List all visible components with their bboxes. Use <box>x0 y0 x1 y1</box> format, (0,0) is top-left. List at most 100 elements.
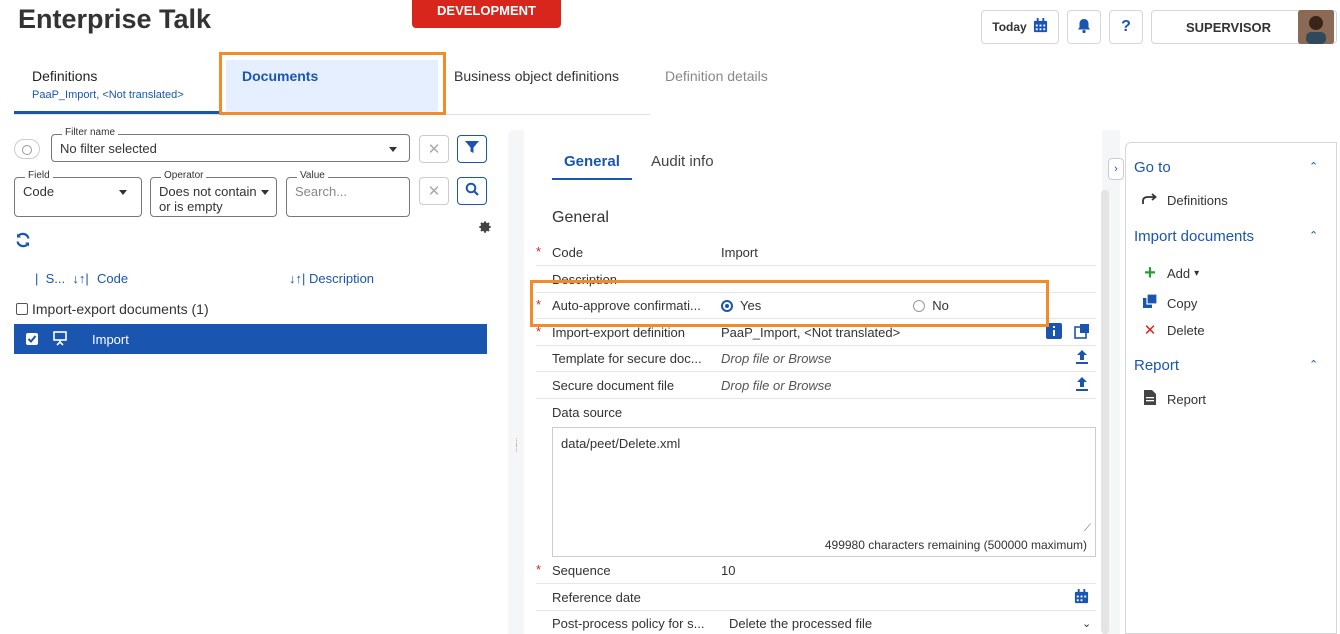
arrow-right-icon <box>1141 192 1159 209</box>
goto-definitions-link[interactable]: Definitions <box>1141 192 1228 209</box>
calendar-icon[interactable] <box>1074 589 1089 607</box>
tab-business-object-definitions[interactable]: Business object definitions <box>454 68 619 84</box>
copy-button[interactable]: Copy <box>1141 293 1197 313</box>
row-checkbox[interactable] <box>26 333 38 345</box>
tab-audit-info[interactable]: Audit info <box>651 153 714 170</box>
data-source-textarea[interactable]: data/peet/Delete.xml 499980 characters r… <box>552 427 1096 557</box>
highlight-auto-approve <box>530 280 1049 327</box>
post-process-field[interactable]: Post-process policy for s... Delete the … <box>536 611 1096 634</box>
template-value[interactable]: Drop file or Browse <box>721 351 832 366</box>
upload-icon[interactable] <box>1074 349 1090 368</box>
column-header-status[interactable]: | S... ↓↑| <box>35 271 89 286</box>
clear-value-button[interactable]: ✕ <box>419 177 449 205</box>
ie-definition-label: Import-export definition <box>552 325 685 340</box>
secure-file-value[interactable]: Drop file or Browse <box>721 378 832 393</box>
filter-name-value: No filter selected <box>60 141 157 156</box>
open-link-icon[interactable] <box>1074 323 1090 342</box>
group-label: Import-export documents (1) <box>32 301 209 317</box>
reference-date-field[interactable]: Reference date <box>536 585 1096 611</box>
field-select[interactable]: Field Code <box>14 170 142 217</box>
filter-toggle[interactable] <box>14 139 40 159</box>
copy-label: Copy <box>1167 295 1198 311</box>
required-marker: * <box>536 562 542 577</box>
section-title: General <box>552 209 609 226</box>
secure-file-field[interactable]: Secure document file Drop file or Browse <box>536 373 1096 399</box>
funnel-icon <box>465 140 479 158</box>
sequence-label: Sequence <box>552 563 611 578</box>
code-value: Import <box>721 245 758 260</box>
add-button[interactable]: + Add ▾ <box>1141 262 1199 285</box>
tab-definitions-sublabel: PaaP_Import, <Not translated> <box>32 89 184 101</box>
post-process-label: Post-process policy for s... <box>552 616 705 631</box>
close-icon: ✕ <box>427 183 441 200</box>
column-separator: | <box>35 271 46 286</box>
drag-handle[interactable]: ⁞ ⁞ <box>515 438 518 455</box>
required-marker: * <box>536 244 542 259</box>
copy-icon <box>1141 293 1159 313</box>
template-field[interactable]: Template for secure doc... Drop file or … <box>536 346 1096 372</box>
import-documents-section-title[interactable]: Import documents <box>1134 228 1254 245</box>
tab-definitions[interactable]: Definitions PaaP_Import, <Not translated… <box>14 60 220 114</box>
sequence-field[interactable]: * Sequence 10 <box>536 558 1096 584</box>
calendar-icon <box>1033 18 1048 36</box>
column-header-description[interactable]: ↓↑| Description <box>289 271 374 286</box>
group-checkbox[interactable] <box>16 303 28 315</box>
app-title: Enterprise Talk <box>18 4 212 34</box>
apply-filter-button[interactable] <box>457 135 487 163</box>
notifications-button[interactable] <box>1067 10 1101 44</box>
delete-x-icon: ✕ <box>1143 322 1157 339</box>
resize-handle-icon[interactable]: ⟋ <box>1084 523 1091 534</box>
filter-name-label: Filter name <box>62 127 119 138</box>
operator-select[interactable]: Operator Does not contain or is empty <box>150 170 277 217</box>
field-value: Code <box>23 184 55 199</box>
chevron-down-icon: ▾ <box>1194 268 1200 279</box>
report-section-title[interactable]: Report <box>1134 357 1179 374</box>
chevron-up-icon[interactable]: ⌃ <box>1309 358 1318 371</box>
column-header-code[interactable]: Code <box>97 271 128 286</box>
scrollbar[interactable] <box>1101 190 1109 634</box>
chevron-down-icon <box>389 147 397 152</box>
chevron-down-icon: ⌄ <box>1082 618 1092 630</box>
data-source-label: Data source <box>552 405 623 420</box>
code-field[interactable]: * Code Import <box>536 240 1096 266</box>
chevron-up-icon[interactable]: ⌃ <box>1309 160 1318 173</box>
highlight-documents-tab <box>219 52 446 115</box>
code-label: Code <box>552 245 584 260</box>
sort-icon: ↓↑| <box>68 271 89 286</box>
reference-date-label: Reference date <box>552 590 641 605</box>
collapse-sidebar-button[interactable]: › <box>1108 158 1124 180</box>
search-button[interactable] <box>457 177 487 205</box>
row-code: Import <box>92 331 129 347</box>
avatar[interactable] <box>1298 10 1334 44</box>
delete-button[interactable]: ✕ Delete <box>1141 321 1205 339</box>
chevron-down-icon <box>119 190 127 195</box>
today-button[interactable]: Today <box>981 10 1059 44</box>
presentation-icon <box>52 330 68 349</box>
value-label: Value <box>297 170 328 181</box>
today-label: Today <box>992 20 1027 34</box>
bell-icon <box>1077 18 1091 37</box>
gear-icon[interactable] <box>478 220 492 237</box>
actions-sidebar <box>1125 142 1337 634</box>
operator-value-line1: Does not contain <box>159 184 257 199</box>
upload-icon[interactable] <box>1074 376 1090 395</box>
close-icon: ✕ <box>427 141 441 158</box>
chevron-up-icon[interactable]: ⌃ <box>1309 229 1318 242</box>
table-row[interactable]: Import <box>14 324 487 354</box>
secure-file-label: Secure document file <box>552 378 675 393</box>
tab-general[interactable]: General <box>552 153 632 180</box>
report-button[interactable]: Report <box>1141 390 1206 409</box>
goto-definitions-label: Definitions <box>1167 193 1228 208</box>
tab-definition-details[interactable]: Definition details <box>665 68 768 84</box>
column-header-description-label: Description <box>309 271 375 286</box>
list-group-row[interactable]: Import-export documents (1) <box>16 301 209 317</box>
operator-value: Does not contain or is empty <box>159 184 257 214</box>
search-icon <box>465 182 479 200</box>
refresh-icon[interactable] <box>15 232 31 251</box>
value-input[interactable]: Value Search... <box>286 170 410 217</box>
help-button[interactable]: ? <box>1109 10 1143 44</box>
chars-remaining: 499980 characters remaining (500000 maxi… <box>824 538 1087 552</box>
filter-name-select[interactable]: Filter name No filter selected <box>51 127 410 162</box>
goto-section-title[interactable]: Go to <box>1134 159 1171 176</box>
clear-filter-button[interactable]: ✕ <box>419 135 449 163</box>
